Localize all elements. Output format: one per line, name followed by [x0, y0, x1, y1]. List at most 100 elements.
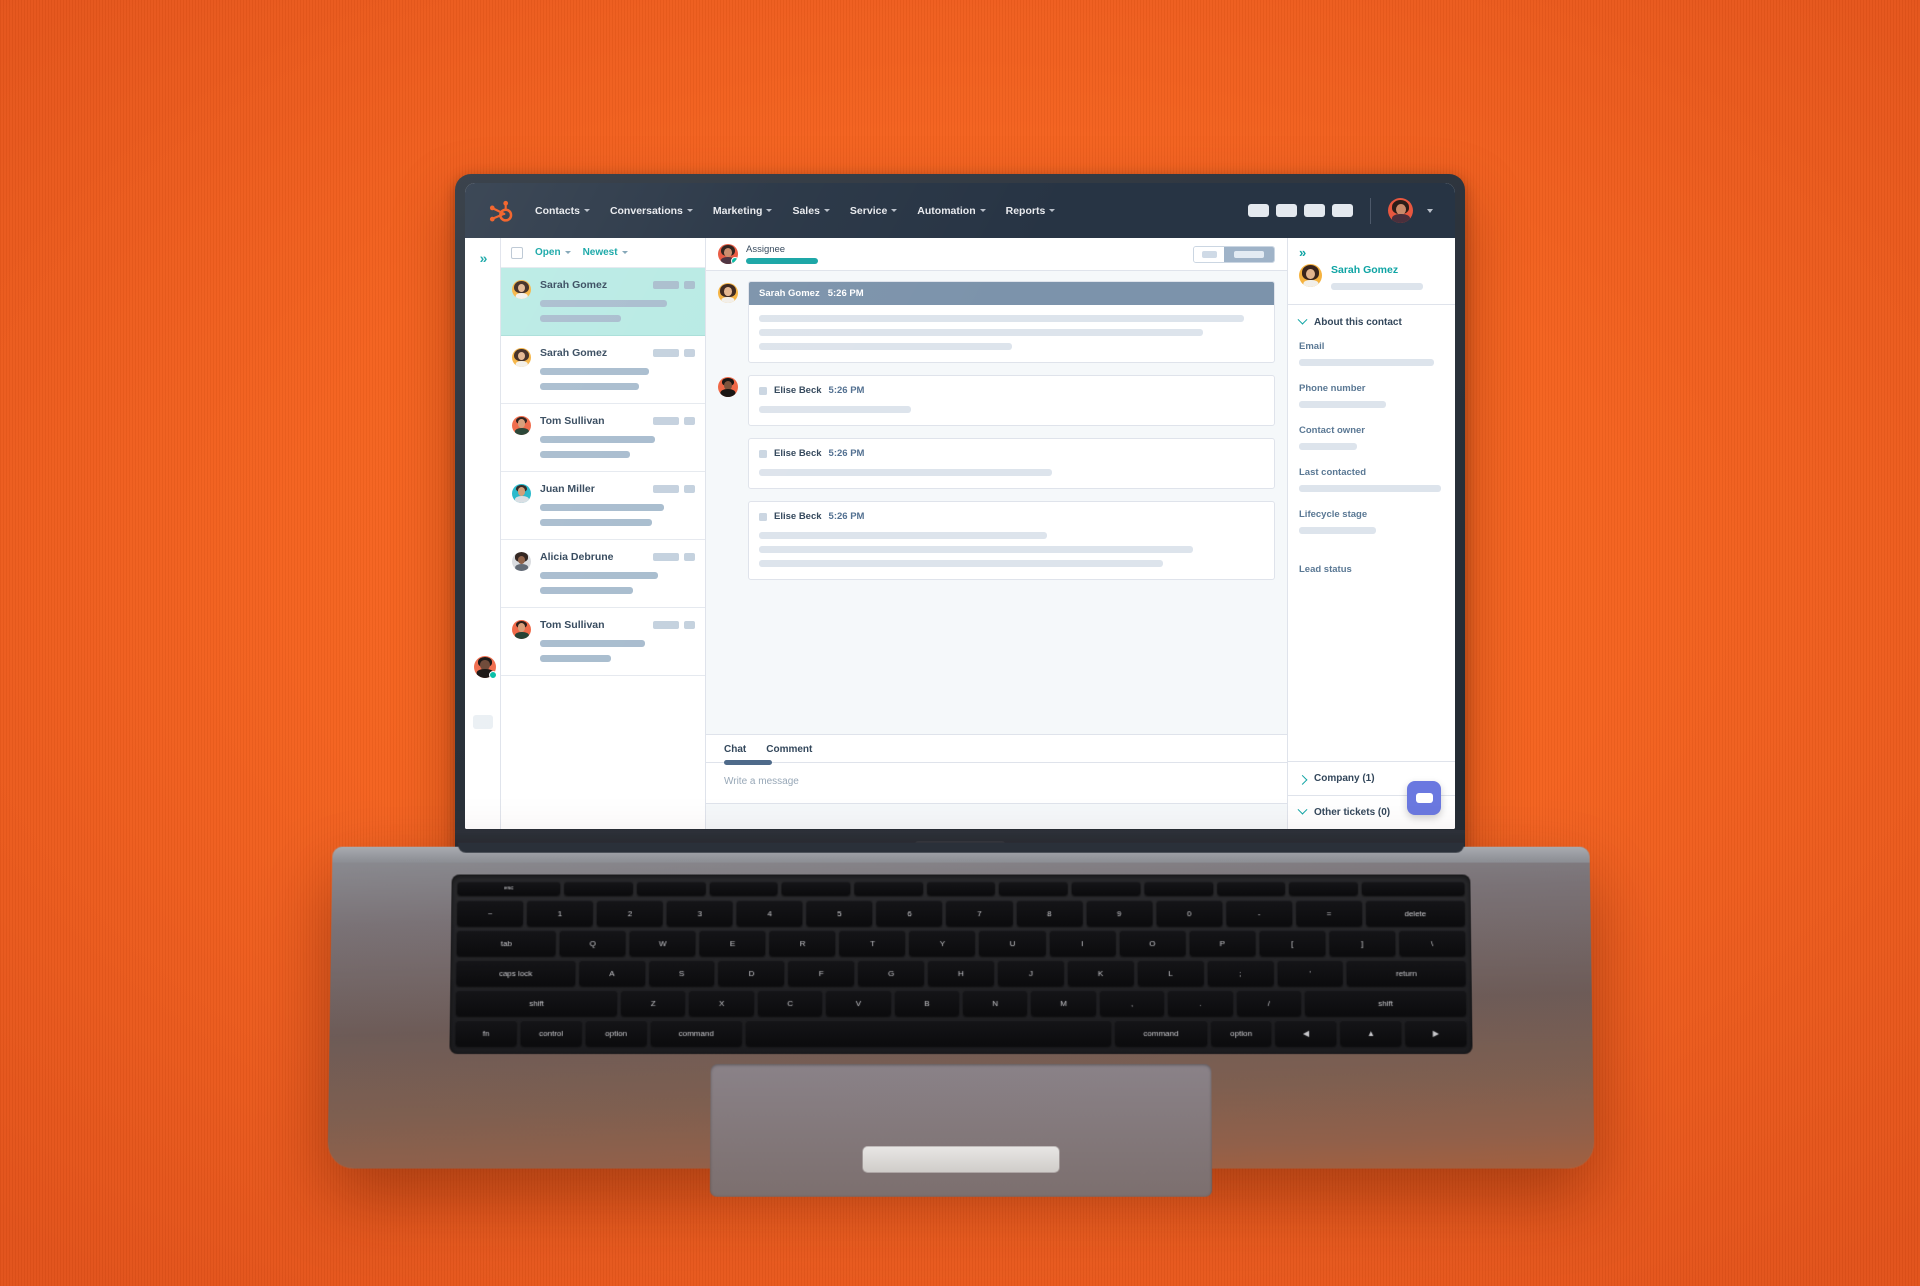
key-f5[interactable]: [854, 881, 923, 896]
key-arrow-right[interactable]: ▶: [1405, 1019, 1467, 1047]
key-l[interactable]: L: [1137, 960, 1204, 987]
nav-item-automation[interactable]: Automation: [917, 205, 986, 217]
rail-avatar-wrapper[interactable]: [474, 656, 497, 679]
message-bubble[interactable]: Elise Beck 5:26 PM: [748, 501, 1275, 580]
key-i[interactable]: I: [1049, 930, 1116, 957]
key-k[interactable]: K: [1067, 960, 1134, 987]
filter-sort[interactable]: Newest: [583, 247, 628, 258]
key-5[interactable]: 5: [806, 900, 873, 927]
key-fn[interactable]: fn: [455, 1019, 517, 1047]
view-toggle-segmented-control[interactable]: [1193, 245, 1275, 263]
key-f10[interactable]: [1216, 881, 1286, 896]
expand-panel-icon[interactable]: »: [480, 250, 488, 266]
hubspot-sprocket-icon[interactable]: [487, 198, 513, 224]
key-arrow-left[interactable]: ◀: [1275, 1019, 1337, 1047]
key-e[interactable]: E: [699, 930, 766, 957]
message-list[interactable]: Sarah Gomez 5:26 PM Elise Beck 5:26 PM E…: [706, 271, 1287, 734]
key-6[interactable]: 6: [876, 900, 943, 927]
key-m[interactable]: M: [1031, 990, 1096, 1016]
key-slash[interactable]: /: [1236, 990, 1302, 1016]
key-tab[interactable]: tab: [456, 930, 556, 957]
key-command-right[interactable]: command: [1115, 1019, 1207, 1047]
key-semicolon[interactable]: ;: [1207, 960, 1274, 987]
nav-action-placeholder[interactable]: [1332, 204, 1353, 217]
property-value[interactable]: [1299, 401, 1386, 408]
key-u[interactable]: U: [979, 930, 1046, 957]
view-toggle-option-inactive[interactable]: [1194, 246, 1224, 262]
key-equals[interactable]: =: [1295, 900, 1363, 927]
key-a[interactable]: A: [578, 960, 645, 987]
key-v[interactable]: V: [826, 990, 891, 1016]
rail-action-placeholder[interactable]: [473, 715, 493, 729]
key-f2[interactable]: [636, 881, 706, 896]
section-about-this-contact[interactable]: About this contact: [1288, 305, 1455, 336]
tab-comment[interactable]: Comment: [766, 744, 812, 762]
nav-item-contacts[interactable]: Contacts: [535, 205, 590, 217]
key-8[interactable]: 8: [1016, 900, 1083, 927]
key-period[interactable]: .: [1168, 990, 1233, 1016]
nav-item-service[interactable]: Service: [850, 205, 898, 217]
key-bracket-right[interactable]: ]: [1329, 930, 1396, 957]
message-bubble[interactable]: Sarah Gomez 5:26 PM: [748, 281, 1275, 363]
property-value[interactable]: [1299, 485, 1442, 492]
key-return[interactable]: return: [1346, 960, 1466, 987]
key-option-left[interactable]: option: [585, 1019, 647, 1047]
list-item[interactable]: Tom Sullivan: [501, 404, 705, 472]
key-f1[interactable]: [564, 881, 633, 896]
property-value[interactable]: [1299, 527, 1376, 534]
key-f3[interactable]: [709, 881, 778, 896]
nav-item-conversations[interactable]: Conversations: [610, 205, 693, 217]
select-all-checkbox[interactable]: [511, 246, 523, 259]
key-h[interactable]: H: [928, 960, 994, 987]
key-p[interactable]: P: [1189, 930, 1256, 957]
message-bubble[interactable]: Elise Beck 5:26 PM: [748, 438, 1275, 489]
contact-name[interactable]: Sarah Gomez: [1331, 264, 1423, 276]
key-1[interactable]: 1: [526, 900, 594, 927]
key-d[interactable]: D: [718, 960, 785, 987]
key-caps-lock[interactable]: caps lock: [456, 960, 576, 987]
conversation-list[interactable]: Sarah Gomez Sarah Gomez Tom Sullivan Jua…: [501, 268, 705, 829]
assignee-block[interactable]: Assignee: [746, 244, 818, 264]
chevron-down-icon[interactable]: [1427, 208, 1433, 213]
nav-item-reports[interactable]: Reports: [1006, 205, 1056, 217]
key-f11[interactable]: [1289, 881, 1358, 896]
key-g[interactable]: G: [858, 960, 925, 987]
key-0[interactable]: 0: [1156, 900, 1223, 927]
key-n[interactable]: N: [963, 990, 1028, 1016]
key-t[interactable]: T: [839, 930, 906, 957]
key-3[interactable]: 3: [666, 900, 733, 927]
key-c[interactable]: C: [757, 990, 823, 1016]
key-f7[interactable]: [999, 881, 1068, 896]
filter-status[interactable]: Open: [535, 247, 571, 258]
view-toggle-option-active[interactable]: [1224, 246, 1274, 262]
list-item[interactable]: Alicia Debrune: [501, 540, 705, 608]
key-command-left[interactable]: command: [650, 1019, 742, 1047]
key-bracket-left[interactable]: [: [1259, 930, 1326, 957]
key-r[interactable]: R: [769, 930, 836, 957]
key-minus[interactable]: -: [1225, 900, 1293, 927]
chat-bubble-icon[interactable]: [1407, 781, 1441, 815]
list-item[interactable]: Sarah Gomez: [501, 336, 705, 404]
key-o[interactable]: O: [1119, 930, 1186, 957]
list-item[interactable]: Sarah Gomez: [501, 268, 705, 336]
key-backtick[interactable]: ~: [457, 900, 524, 927]
key-2[interactable]: 2: [596, 900, 663, 927]
key-w[interactable]: W: [629, 930, 696, 957]
nav-item-marketing[interactable]: Marketing: [713, 205, 773, 217]
message-bubble[interactable]: Elise Beck 5:26 PM: [748, 375, 1275, 426]
avatar[interactable]: [1299, 264, 1322, 287]
key-b[interactable]: B: [894, 990, 960, 1016]
key-space[interactable]: [745, 1019, 1112, 1047]
list-item[interactable]: Juan Miller: [501, 472, 705, 540]
key-delete[interactable]: delete: [1365, 900, 1465, 927]
key-4[interactable]: 4: [736, 900, 803, 927]
nav-action-placeholder[interactable]: [1304, 204, 1325, 217]
key-x[interactable]: X: [689, 990, 754, 1016]
key-comma[interactable]: ,: [1099, 990, 1165, 1016]
key-option-right[interactable]: option: [1210, 1019, 1272, 1047]
key-shift-left[interactable]: shift: [455, 990, 618, 1016]
key-f4[interactable]: [781, 881, 851, 896]
key-f12[interactable]: [1361, 881, 1465, 896]
key-q[interactable]: Q: [559, 930, 626, 957]
key-f[interactable]: F: [788, 960, 855, 987]
